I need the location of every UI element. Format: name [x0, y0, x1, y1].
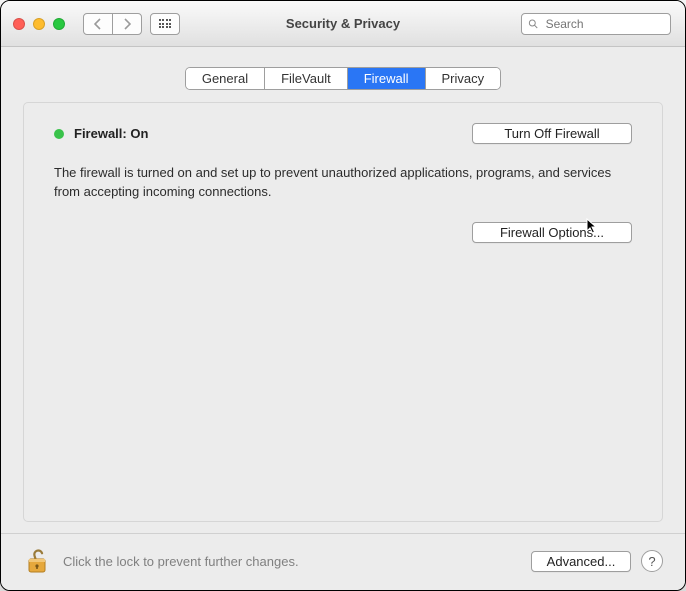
advanced-button[interactable]: Advanced... — [531, 551, 631, 572]
search-icon — [528, 18, 539, 30]
chevron-right-icon — [123, 18, 131, 30]
search-input[interactable] — [544, 16, 664, 32]
lock-hint-text: Click the lock to prevent further change… — [63, 554, 299, 569]
firewall-panel: Firewall: On Turn Off Firewall The firew… — [23, 102, 663, 522]
turn-off-firewall-button[interactable]: Turn Off Firewall — [472, 123, 632, 144]
forward-button[interactable] — [112, 13, 142, 35]
lock-button[interactable] — [23, 546, 51, 576]
tab-firewall[interactable]: Firewall — [348, 68, 426, 89]
status-row: Firewall: On Turn Off Firewall — [54, 123, 632, 144]
preferences-window: Security & Privacy General FileVault Fir… — [0, 0, 686, 591]
tab-general[interactable]: General — [186, 68, 265, 89]
chevron-left-icon — [94, 18, 102, 30]
status-indicator-icon — [54, 129, 64, 139]
help-button[interactable]: ? — [641, 550, 663, 572]
minimize-icon[interactable] — [33, 18, 45, 30]
search-field[interactable] — [521, 13, 671, 35]
nav-buttons — [83, 13, 142, 35]
firewall-status-label: Firewall: On — [74, 126, 148, 141]
window-controls — [13, 18, 65, 30]
firewall-description: The firewall is turned on and set up to … — [54, 164, 614, 202]
tab-bar: General FileVault Firewall Privacy — [1, 67, 685, 90]
firewall-options-button[interactable]: Firewall Options... — [472, 222, 632, 243]
tab-filevault[interactable]: FileVault — [265, 68, 348, 89]
back-button[interactable] — [83, 13, 113, 35]
footer: Click the lock to prevent further change… — [1, 533, 685, 590]
zoom-icon[interactable] — [53, 18, 65, 30]
show-all-button[interactable] — [150, 13, 180, 35]
tab-privacy[interactable]: Privacy — [426, 68, 501, 89]
titlebar: Security & Privacy — [1, 1, 685, 47]
grid-icon — [159, 19, 172, 28]
close-icon[interactable] — [13, 18, 25, 30]
unlock-icon — [25, 547, 49, 575]
